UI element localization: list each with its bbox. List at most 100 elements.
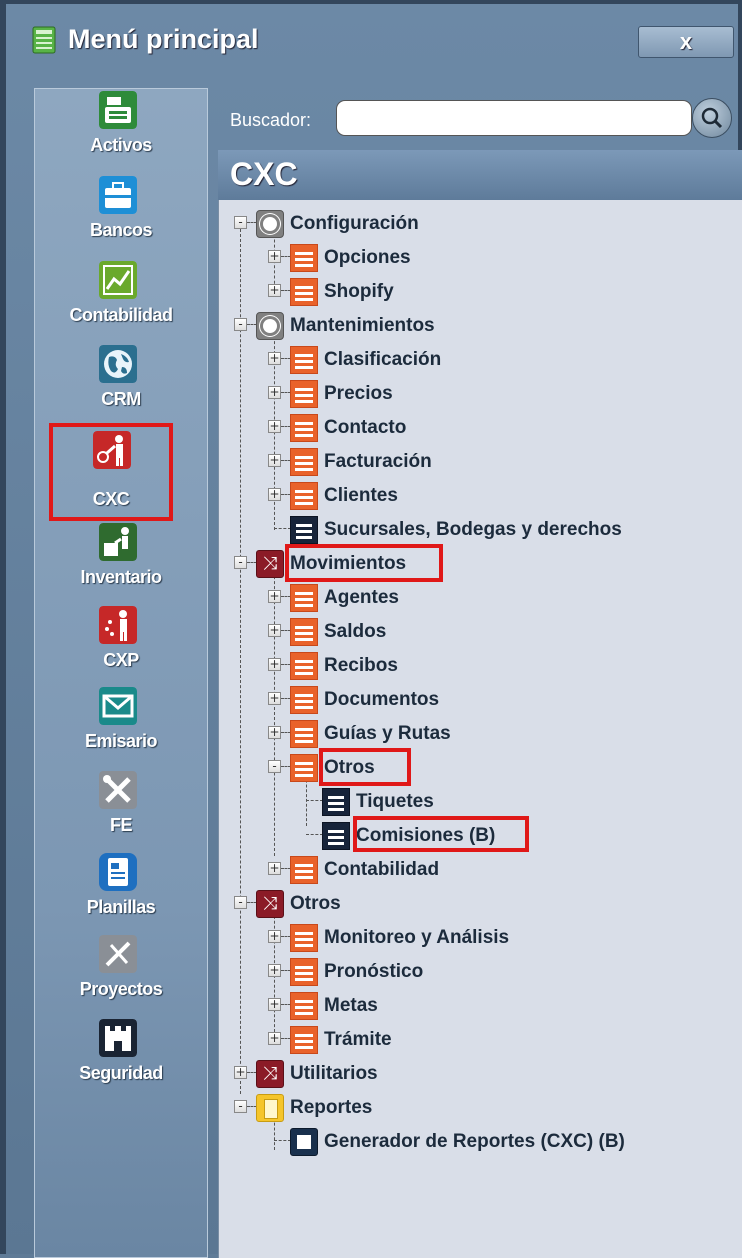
collapse-toggle[interactable]: -: [268, 760, 281, 773]
expand-toggle[interactable]: +: [268, 998, 281, 1011]
expand-toggle[interactable]: +: [268, 692, 281, 705]
search-label: Buscador:: [230, 110, 312, 130]
sidebar-item-bancos[interactable]: Bancos: [35, 176, 207, 258]
tree-node-label: Configuración: [290, 213, 419, 234]
expand-toggle[interactable]: +: [268, 964, 281, 977]
sidebar-item-planillas[interactable]: Planillas: [35, 853, 207, 935]
sidebar-label: Emisario: [84, 731, 158, 751]
expand-toggle[interactable]: +: [268, 488, 281, 501]
tree-node-contacto[interactable]: + Contacto: [268, 412, 728, 444]
sidebar-item-contabilidad[interactable]: Contabilidad: [35, 261, 207, 343]
tree-node-recibos[interactable]: + Recibos: [268, 650, 728, 682]
search-button[interactable]: [692, 98, 732, 138]
dark-list-icon: [290, 516, 318, 544]
tree-node-label: Agentes: [324, 587, 399, 608]
expand-toggle[interactable]: +: [268, 726, 281, 739]
tree-node-contabilidad[interactable]: + Contabilidad: [268, 854, 728, 886]
person-box-icon: [99, 523, 137, 561]
tree-node-label: Opciones: [324, 247, 411, 268]
tree-node-opciones[interactable]: + Opciones: [268, 242, 728, 274]
tree-node-label: Reportes: [290, 1097, 373, 1118]
tree-node-label: Contacto: [324, 417, 407, 438]
tree-node-documentos[interactable]: + Documentos: [268, 684, 728, 716]
list-icon: [290, 414, 318, 442]
search-input[interactable]: [336, 100, 692, 136]
list-icon: [290, 652, 318, 680]
expand-toggle[interactable]: +: [268, 284, 281, 297]
tree-node-label: Clientes: [324, 485, 398, 506]
tree-node-label: Documentos: [324, 689, 440, 710]
tree-node-label: Metas: [324, 995, 378, 1016]
sidebar-item-seguridad[interactable]: Seguridad: [35, 1019, 207, 1101]
collapse-toggle[interactable]: -: [234, 1100, 247, 1113]
tree-node-reportes[interactable]: - Reportes: [234, 1092, 734, 1124]
menu-panel: Buscador: CXC - Configuración + Opciones…: [212, 88, 742, 1258]
collapse-toggle[interactable]: -: [234, 318, 247, 331]
list-icon: [290, 720, 318, 748]
chart-icon: [99, 261, 137, 299]
list-icon: [290, 584, 318, 612]
sidebar-item-cxp[interactable]: CXP: [35, 606, 207, 688]
tree-node-facturacion[interactable]: + Facturación: [268, 446, 728, 478]
close-button[interactable]: x: [638, 26, 734, 58]
printer-icon: [290, 1128, 318, 1156]
title-bar[interactable]: Menú principal x: [6, 4, 738, 74]
expand-toggle[interactable]: +: [268, 624, 281, 637]
tree-node-precios[interactable]: + Precios: [268, 378, 728, 410]
collapse-toggle[interactable]: -: [234, 896, 247, 909]
tree-node-guias-rutas[interactable]: + Guías y Rutas: [268, 718, 728, 750]
sidebar-label: FE: [109, 815, 133, 835]
collapse-toggle[interactable]: -: [234, 216, 247, 229]
sidebar-label: CXP: [103, 650, 139, 670]
tree-node-clasificacion[interactable]: + Clasificación: [268, 344, 728, 376]
dark-list-icon: [322, 788, 350, 816]
dark-list-icon: [322, 822, 350, 850]
tree-node-pronostico[interactable]: + Pronóstico: [268, 956, 728, 988]
expand-toggle[interactable]: +: [268, 930, 281, 943]
list-icon: [290, 1026, 318, 1054]
expand-toggle[interactable]: +: [268, 352, 281, 365]
tree-node-shopify[interactable]: + Shopify: [268, 276, 728, 308]
sidebar-item-crm[interactable]: CRM: [35, 345, 207, 427]
expand-toggle[interactable]: +: [268, 420, 281, 433]
expand-toggle[interactable]: +: [268, 658, 281, 671]
tree-node-saldos[interactable]: + Saldos: [268, 616, 728, 648]
tree-node-metas[interactable]: + Metas: [268, 990, 728, 1022]
expand-toggle[interactable]: +: [268, 250, 281, 263]
module-title: CXC: [230, 156, 298, 192]
expand-toggle[interactable]: +: [268, 386, 281, 399]
sidebar-item-inventario[interactable]: Inventario: [35, 523, 207, 605]
tree-node-configuracion[interactable]: - Configuración: [234, 208, 734, 240]
tree-node-mantenimientos[interactable]: - Mantenimientos: [234, 310, 734, 342]
expand-toggle[interactable]: +: [268, 1032, 281, 1045]
list-icon: [290, 448, 318, 476]
person-paying-icon: [99, 606, 137, 644]
tree-node-utilitarios[interactable]: + ⤨ Utilitarios: [234, 1058, 734, 1090]
sidebar-item-fe[interactable]: FE: [35, 771, 207, 853]
sidebar-item-activos[interactable]: Activos: [35, 91, 207, 173]
sidebar-label: Seguridad: [79, 1063, 163, 1083]
expand-toggle[interactable]: +: [268, 590, 281, 603]
tree-node-otros[interactable]: - ⤨ Otros: [234, 888, 734, 920]
tree-node-generador-reportes[interactable]: Generador de Reportes (CXC) (B): [268, 1126, 738, 1158]
expand-toggle[interactable]: +: [268, 454, 281, 467]
tree-node-sucursales[interactable]: Sucursales, Bodegas y derechos: [268, 514, 738, 546]
expand-toggle[interactable]: +: [234, 1066, 247, 1079]
tree-node-monitoreo[interactable]: + Monitoreo y Análisis: [268, 922, 728, 954]
collapse-toggle[interactable]: -: [234, 556, 247, 569]
sidebar-label: CXC: [92, 489, 130, 509]
sidebar-label: CRM: [101, 389, 141, 409]
sidebar-label: Planillas: [86, 897, 156, 917]
tree-node-tiquetes[interactable]: Tiquetes: [300, 786, 730, 818]
tree-node-clientes[interactable]: + Clientes: [268, 480, 728, 512]
list-icon: [290, 278, 318, 306]
sidebar-item-emisario[interactable]: Emisario: [35, 687, 207, 769]
menu-tree: - Configuración + Opciones + Shopify - M…: [218, 200, 742, 1258]
tree-node-agentes[interactable]: + Agentes: [268, 582, 728, 614]
sidebar-item-cxc[interactable]: CXC: [49, 423, 173, 521]
tree-node-tramite[interactable]: + Trámite: [268, 1024, 728, 1056]
tree-node-label: Otros: [290, 893, 341, 914]
tree-node-label: Precios: [324, 383, 393, 404]
expand-toggle[interactable]: +: [268, 862, 281, 875]
sidebar-item-proyectos[interactable]: Proyectos: [35, 935, 207, 1017]
